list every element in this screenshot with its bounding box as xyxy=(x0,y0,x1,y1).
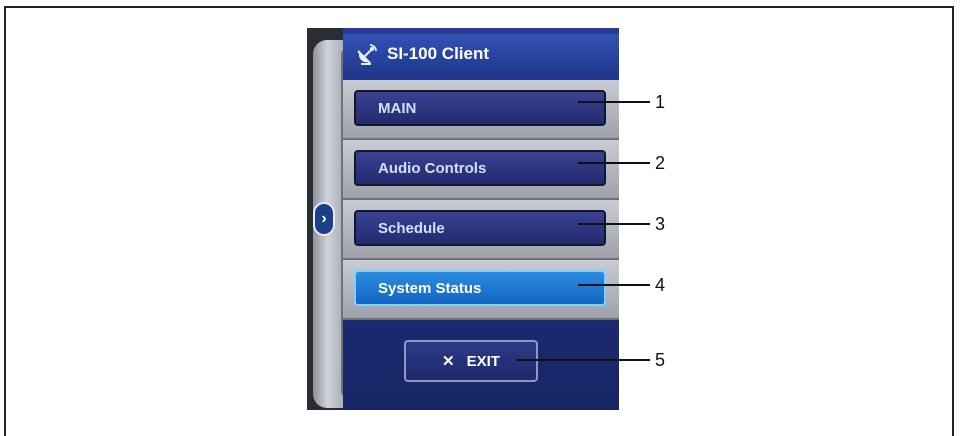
exit-button[interactable]: ✕ EXIT xyxy=(404,340,538,382)
title-bar: SI-100 Client xyxy=(343,34,619,74)
exit-label: EXIT xyxy=(466,352,500,370)
close-icon: ✕ xyxy=(442,353,455,370)
menu-row-main: MAIN xyxy=(343,80,619,140)
satellite-dish-icon xyxy=(357,44,377,65)
menu-area: SI-100 Client MAIN Audio Controls Schedu… xyxy=(343,28,619,410)
chevron-right-icon: › xyxy=(321,210,327,227)
app-title: SI-100 Client xyxy=(387,44,490,63)
schedule-button[interactable]: Schedule xyxy=(354,210,606,246)
menu-row-system-status: System Status xyxy=(343,260,619,320)
expand-toggle-button[interactable]: › xyxy=(313,202,335,236)
system-status-button[interactable]: System Status xyxy=(354,270,606,306)
menu-row-audio-controls: Audio Controls xyxy=(343,140,619,200)
menu-row-schedule: Schedule xyxy=(343,200,619,260)
audio-controls-button[interactable]: Audio Controls xyxy=(354,150,606,186)
client-panel: › SI-100 Client MAIN Audio Controls Sche… xyxy=(307,28,619,410)
main-button[interactable]: MAIN xyxy=(354,90,606,126)
